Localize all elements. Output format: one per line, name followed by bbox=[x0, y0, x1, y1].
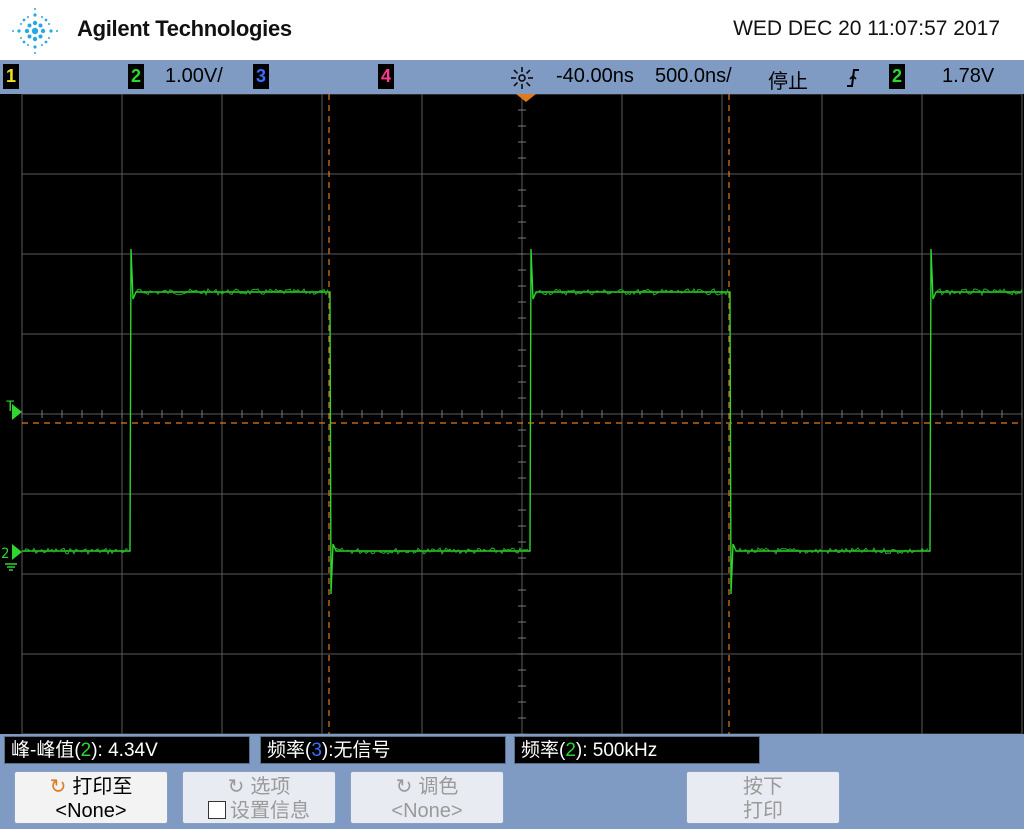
rising-edge-trigger-icon bbox=[847, 69, 859, 87]
rotate-arrow-icon: ↻ bbox=[49, 776, 67, 798]
date-time: WED DEC 20 11:07:57 2017 bbox=[733, 17, 1000, 40]
measurement-frequency-ch3[interactable]: 频率(3):无信号 bbox=[260, 736, 506, 764]
softkey-bar: ↻ 打印至 <None> ↻ 选项 设置信息 ↻ 调色 <None> 按下 打印 bbox=[0, 768, 1024, 829]
rotate-arrow-icon: ↻ bbox=[227, 776, 245, 798]
channel-2-ground-marker: 2 bbox=[1, 544, 22, 571]
waveform-canvas[interactable]: T 2 bbox=[0, 94, 1024, 734]
palette-softkey[interactable]: ↻ 调色 <None> bbox=[350, 771, 504, 824]
brand-name: Agilent Technologies bbox=[77, 16, 292, 41]
channel-2-indicator[interactable]: 2 bbox=[128, 64, 144, 89]
channel-4-indicator[interactable]: 4 bbox=[378, 64, 394, 89]
header: Agilent Technologies WED DEC 20 11:07:57… bbox=[0, 0, 1024, 60]
print-to-softkey[interactable]: ↻ 打印至 <None> bbox=[14, 771, 168, 824]
agilent-spark-logo-icon bbox=[12, 8, 58, 54]
trigger-level: 1.78V bbox=[942, 65, 995, 87]
channel-2-marker-label: 2 bbox=[1, 546, 9, 562]
trigger-position-marker bbox=[516, 94, 536, 102]
waveform-display: T 2 bbox=[0, 94, 1024, 734]
trigger-level-marker: T bbox=[6, 399, 22, 420]
time-delay: -40.00ns bbox=[556, 65, 634, 87]
channel-3-indicator[interactable]: 3 bbox=[253, 64, 269, 89]
channel-1-indicator[interactable]: 1 bbox=[3, 64, 19, 89]
status-bar: 1 2 1.00V/ 3 4 -40.00ns 500.0ns/ 停止 2 1.… bbox=[0, 60, 1024, 94]
rotate-arrow-icon: ↻ bbox=[395, 776, 413, 798]
run-state: 停止 bbox=[768, 71, 808, 93]
time-scale: 500.0ns/ bbox=[655, 65, 732, 87]
measurement-peak-to-peak[interactable]: 峰-峰值(2): 4.34V bbox=[4, 736, 250, 764]
options-softkey[interactable]: ↻ 选项 设置信息 bbox=[182, 771, 336, 824]
press-to-print-softkey[interactable]: 按下 打印 bbox=[686, 771, 840, 824]
channel-2-scale: 1.00V/ bbox=[165, 65, 223, 87]
delay-sun-icon bbox=[511, 67, 533, 89]
trigger-source-indicator[interactable]: 2 bbox=[889, 64, 905, 89]
setup-info-checkbox[interactable] bbox=[208, 801, 226, 819]
measurement-frequency-ch2[interactable]: 频率(2): 500kHz bbox=[514, 736, 760, 764]
measurement-bar: 峰-峰值(2): 4.34V 频率(3):无信号 频率(2): 500kHz bbox=[0, 734, 1024, 768]
